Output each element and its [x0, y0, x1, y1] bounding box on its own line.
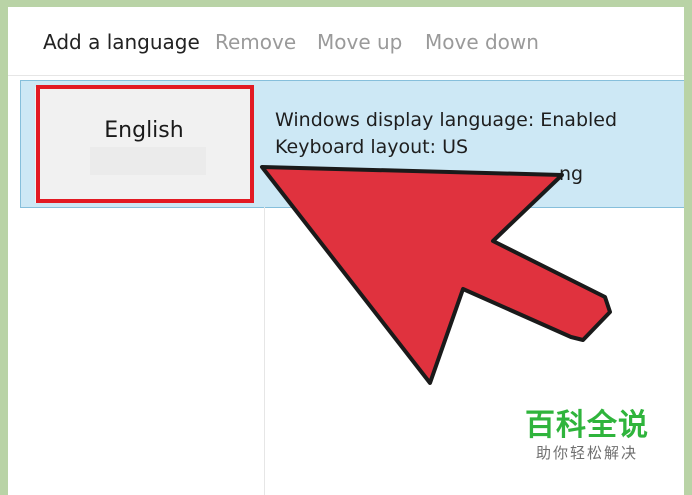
- watermark: 百科全说 助你轻松解决: [523, 409, 651, 463]
- watermark-subtitle: 助你轻松解决: [535, 444, 638, 462]
- watermark-title: 百科全说: [525, 408, 649, 443]
- language-preferences-window: Add a language Remove Move up Move down …: [8, 7, 684, 495]
